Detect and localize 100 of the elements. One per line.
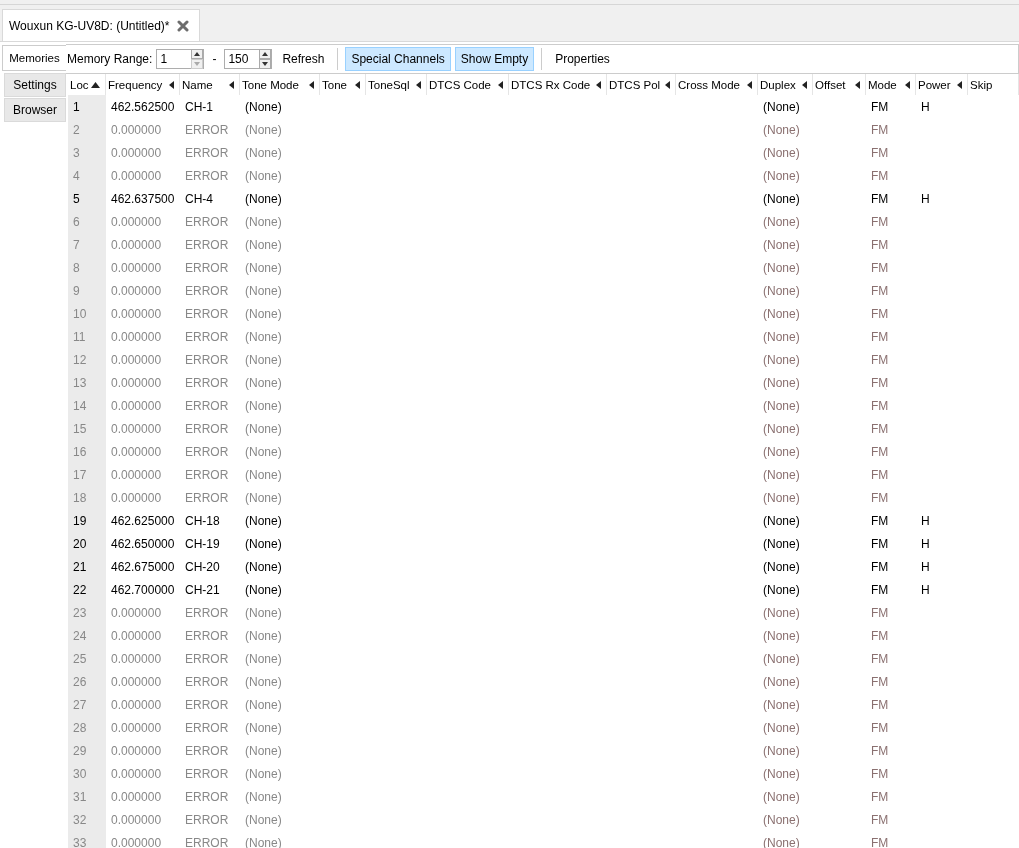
table-cell: FM <box>871 697 889 712</box>
table-cell: (None) <box>245 122 282 137</box>
table-cell: FM <box>871 490 889 505</box>
table-cell: (None) <box>763 789 800 804</box>
table-cell: 0.000000 <box>111 214 162 229</box>
table-cell: (None) <box>763 444 800 459</box>
column-header[interactable]: Power <box>916 74 968 95</box>
table-cell: FM <box>871 329 889 344</box>
column-header[interactable]: Skip <box>968 74 1019 95</box>
table-cell: ERROR <box>185 260 229 275</box>
row-number: 12 <box>73 352 87 367</box>
column-header[interactable]: Tone <box>320 74 366 95</box>
table-cell: 0.000000 <box>111 720 162 735</box>
refresh-button[interactable]: Refresh <box>276 47 331 71</box>
table-cell: ERROR <box>185 444 229 459</box>
column-header[interactable]: DTCS Rx Code <box>509 74 607 95</box>
row-number: 2 <box>73 122 80 137</box>
table-cell: (None) <box>763 168 800 183</box>
row-number: 23 <box>73 605 87 620</box>
table-cell: (None) <box>245 605 282 620</box>
row-number: 21 <box>73 559 87 574</box>
table-cell: ERROR <box>185 605 229 620</box>
column-header[interactable]: Frequency <box>106 74 180 95</box>
table-cell: (None) <box>763 628 800 643</box>
table-cell: ERROR <box>185 766 229 781</box>
table-cell: 0.000000 <box>111 306 162 321</box>
table-cell: H <box>921 513 930 528</box>
column-header[interactable]: DTCS Pol <box>607 74 676 95</box>
table-cell: 0.000000 <box>111 835 162 848</box>
table-cell: CH-4 <box>185 191 213 206</box>
close-icon[interactable] <box>176 19 189 32</box>
table-cell: FM <box>871 835 889 848</box>
row-number: 27 <box>73 697 87 712</box>
table-cell: FM <box>871 513 889 528</box>
toggle-button[interactable]: Show Empty <box>454 47 535 71</box>
table-cell: (None) <box>245 467 282 482</box>
side-tab[interactable]: Settings <box>4 73 66 97</box>
column-header[interactable]: Tone Mode <box>240 74 320 95</box>
column-header[interactable]: Duplex <box>758 74 813 95</box>
table-cell: (None) <box>245 513 282 528</box>
table-cell: (None) <box>245 398 282 413</box>
table-cell: (None) <box>245 329 282 344</box>
column-header[interactable]: Mode <box>866 74 916 95</box>
table-cell: FM <box>871 306 889 321</box>
row-number: 4 <box>73 168 80 183</box>
side-tab[interactable]: Browser <box>4 98 66 122</box>
row-number: 22 <box>73 582 87 597</box>
table-cell: ERROR <box>185 674 229 689</box>
table-cell: 0.000000 <box>111 352 162 367</box>
table-cell: CH-21 <box>185 582 220 597</box>
side-tab[interactable]: Memories <box>2 45 66 71</box>
table-cell: ERROR <box>185 490 229 505</box>
table-cell: (None) <box>763 559 800 574</box>
table-cell: 0.000000 <box>111 398 162 413</box>
column-header[interactable]: Name <box>180 74 240 95</box>
toggle-button[interactable]: Special Channels <box>345 47 451 71</box>
table-cell: ERROR <box>185 168 229 183</box>
table-cell: 462.700000 <box>111 582 175 597</box>
range-start-field[interactable]: 1 <box>156 49 205 69</box>
table-cell: (None) <box>763 99 800 114</box>
spinner-icon[interactable] <box>191 49 204 69</box>
table-cell: ERROR <box>185 398 229 413</box>
table-cell: FM <box>871 352 889 367</box>
table-cell: FM <box>871 812 889 827</box>
table-cell: (None) <box>245 168 282 183</box>
range-end-field[interactable]: 150 <box>224 49 273 69</box>
table-cell: (None) <box>763 582 800 597</box>
table-cell: FM <box>871 398 889 413</box>
table-cell: (None) <box>245 720 282 735</box>
table-cell: FM <box>871 191 889 206</box>
row-number: 8 <box>73 260 80 275</box>
table-cell: ERROR <box>185 283 229 298</box>
spinner-icon[interactable] <box>259 49 272 69</box>
row-number: 14 <box>73 398 87 413</box>
column-header[interactable]: Cross Mode <box>676 74 758 95</box>
properties-button[interactable]: Properties <box>549 47 616 71</box>
table-cell: 462.625000 <box>111 513 175 528</box>
column-header[interactable]: ToneSql <box>366 74 427 95</box>
table-cell: ERROR <box>185 145 229 160</box>
table-cell: FM <box>871 789 889 804</box>
row-number: 33 <box>73 835 87 848</box>
table-cell: (None) <box>245 582 282 597</box>
column-header[interactable]: DTCS Code <box>427 74 509 95</box>
row-number: 30 <box>73 766 87 781</box>
table-cell: FM <box>871 720 889 735</box>
table-cell: (None) <box>245 283 282 298</box>
table-cell: (None) <box>763 191 800 206</box>
table-cell: (None) <box>245 260 282 275</box>
column-header[interactable]: Offset <box>813 74 866 95</box>
table-cell: ERROR <box>185 329 229 344</box>
table-cell: (None) <box>763 398 800 413</box>
document-tab[interactable]: Wouxun KG-UV8D: (Untitled)* <box>2 9 200 41</box>
row-number: 11 <box>73 329 86 344</box>
table-cell: 0.000000 <box>111 490 162 505</box>
table-cell: (None) <box>763 697 800 712</box>
table-cell: H <box>921 582 930 597</box>
table-cell: (None) <box>763 352 800 367</box>
table-cell: (None) <box>245 444 282 459</box>
table-cell: 462.675000 <box>111 559 175 574</box>
row-number: 3 <box>73 145 80 160</box>
